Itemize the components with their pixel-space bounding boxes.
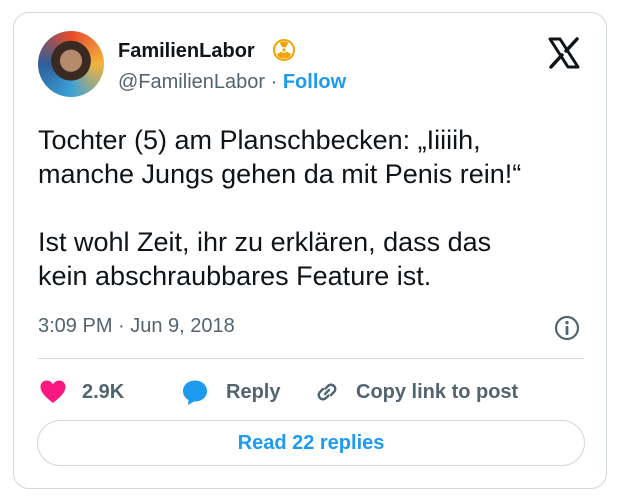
- like-button[interactable]: 2.9K: [38, 375, 124, 409]
- link-icon: [317, 383, 337, 401]
- handle-separator: ·: [270, 71, 278, 93]
- avatar[interactable]: [38, 31, 104, 97]
- x-logo-icon[interactable]: [546, 35, 582, 71]
- author-handle-row: @FamilienLabor · Follow: [118, 71, 346, 94]
- heart-icon: [40, 380, 66, 403]
- divider: [38, 358, 584, 359]
- tweet-timestamp[interactable]: 3:09 PM · Jun 9, 2018: [38, 315, 235, 338]
- tweet-card: FamilienLabor @FamilienLabor · Follow To…: [13, 12, 607, 489]
- read-replies-button[interactable]: Read 22 replies: [37, 420, 585, 466]
- tweet-text: Tochter (5) am Planschbecken: „Iiiiih, m…: [38, 125, 522, 291]
- author-display-name[interactable]: FamilienLabor: [118, 40, 255, 63]
- reply-label: Reply: [226, 380, 281, 403]
- reply-bubble-icon: [183, 380, 207, 405]
- radioactive-badge-icon: [273, 39, 295, 61]
- like-count: 2.9K: [82, 380, 125, 403]
- copy-link-button[interactable]: Copy link to post: [312, 375, 518, 409]
- info-icon[interactable]: [553, 314, 581, 342]
- copy-link-label: Copy link to post: [356, 380, 519, 403]
- action-bar: 2.9K Reply Copy link to post: [38, 375, 598, 409]
- follow-link[interactable]: Follow: [283, 71, 346, 93]
- reply-button[interactable]: Reply: [180, 375, 280, 409]
- author-handle[interactable]: @FamilienLabor: [118, 71, 265, 93]
